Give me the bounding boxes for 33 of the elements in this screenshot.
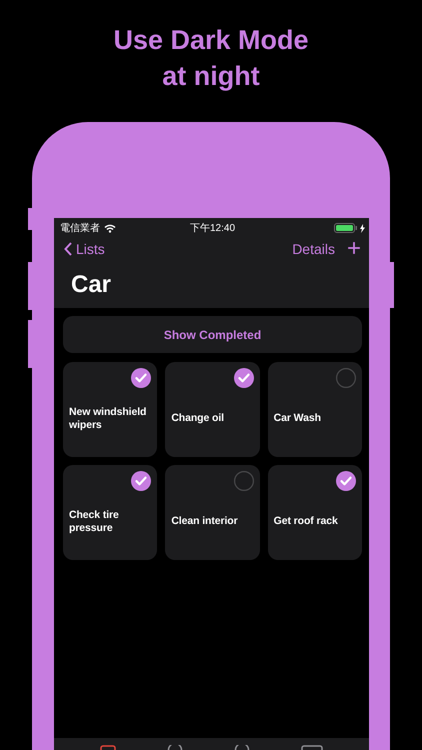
chevron-left-icon: [64, 242, 72, 256]
checked-circle-icon[interactable]: [336, 471, 356, 491]
back-button[interactable]: Lists: [64, 241, 105, 257]
tab-icon[interactable]: [166, 745, 183, 750]
task-title: Car Wash: [274, 412, 321, 425]
task-card[interactable]: Clean interior: [165, 465, 260, 560]
task-card[interactable]: Change oil: [165, 362, 260, 457]
show-completed-button[interactable]: Show Completed: [63, 316, 362, 353]
status-time: 下午12:40: [190, 222, 236, 235]
headline: Use Dark Mode: [113, 24, 309, 57]
checked-circle-icon[interactable]: [234, 368, 254, 388]
task-title: Clean interior: [171, 515, 238, 528]
task-title: Get roof rack: [274, 515, 338, 528]
task-card[interactable]: Car Wash: [268, 362, 362, 457]
checked-circle-icon[interactable]: [131, 471, 152, 491]
headline: at night: [162, 60, 260, 93]
task-card[interactable]: Get roof rack: [268, 465, 362, 560]
wifi-icon: [104, 224, 116, 232]
tab-icon[interactable]: [100, 745, 116, 750]
task-title: Check tire pressure: [69, 508, 120, 534]
list-title: Car: [70, 270, 112, 300]
charging-icon: [360, 224, 365, 232]
details-button[interactable]: Details: [292, 241, 335, 257]
add-button[interactable]: +: [346, 237, 361, 261]
task-title: New windshield wipers: [69, 406, 148, 432]
task-card[interactable]: New windshield wipers: [63, 362, 158, 457]
carrier-name: 電信業者: [60, 222, 100, 235]
tab-icon[interactable]: [234, 745, 250, 750]
tab-icon[interactable]: [301, 745, 324, 750]
battery-icon: [334, 223, 358, 233]
task-card[interactable]: Check tire pressure: [63, 465, 158, 560]
checked-circle-icon[interactable]: [131, 368, 152, 388]
task-title: Change oil: [171, 412, 224, 425]
